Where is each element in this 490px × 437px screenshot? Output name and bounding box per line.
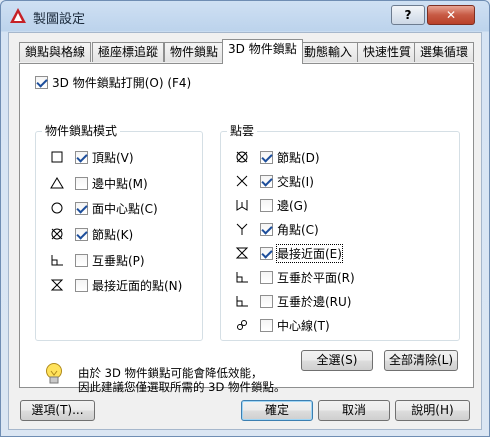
mode-nearest-face[interactable]: 最接近面的點(N) — [75, 276, 182, 294]
mode-vertex-checkbox[interactable] — [75, 150, 88, 164]
tab-polar-tracking[interactable]: 極座標追蹤 — [92, 42, 165, 62]
cloud-edge-checkbox[interactable] — [260, 198, 273, 212]
triangle-midpoint-icon — [50, 177, 64, 189]
cloud-intersection[interactable]: 交點(I) — [260, 172, 314, 190]
select-all-button[interactable]: 全選(S) — [301, 350, 373, 371]
mode-edge-midpoint-checkbox[interactable] — [75, 176, 88, 190]
cloud-perp-plane[interactable]: 互垂於平面(R) — [260, 268, 355, 286]
cloud-perp-plane-checkbox[interactable] — [260, 270, 273, 284]
tab-panel: 3D 物件鎖點打開(O) (F4) 物件鎖點模式 頂點(V) 邊中點(M) 面中… — [19, 63, 474, 394]
mode-nearest-face-checkbox[interactable] — [75, 278, 88, 292]
options-button[interactable]: 選項(T)... — [20, 400, 95, 421]
cloud-perp-edge[interactable]: 互垂於邊(RU) — [260, 292, 352, 310]
circle-x-node-icon — [236, 151, 248, 163]
cloud-corner-checkbox[interactable] — [260, 222, 273, 236]
mode-vertex[interactable]: 頂點(V) — [75, 148, 134, 166]
lightbulb-icon — [46, 363, 62, 384]
cloud-centerline-checkbox[interactable] — [260, 318, 273, 332]
cloud-node[interactable]: 節點(D) — [260, 148, 320, 166]
tab-dynamic-input[interactable]: 動態輸入 — [298, 42, 359, 62]
clear-all-button[interactable]: 全部清除(L) — [384, 350, 458, 371]
close-button[interactable]: ✕ — [427, 5, 475, 25]
cloud-centerline[interactable]: 中心線(T) — [260, 316, 330, 334]
autocad-logo-icon — [10, 8, 26, 23]
info-line-2: 因此建議您僅選取所需的 3D 物件鎖點。 — [78, 380, 286, 394]
3d-osnap-toggle[interactable]: 3D 物件鎖點打開(O) (F4) — [35, 73, 191, 91]
help-button[interactable]: 說明(H) — [395, 400, 470, 421]
tab-object-snap[interactable]: 物件鎖點 — [164, 42, 225, 62]
mode-perpendicular-checkbox[interactable] — [75, 253, 88, 267]
cloud-edge[interactable]: 邊(G) — [260, 196, 308, 214]
tab-quick-properties[interactable]: 快速性質 — [357, 42, 418, 62]
mode-node[interactable]: 節點(K) — [75, 225, 133, 243]
cloud-nearest-face-checkbox[interactable] — [260, 246, 273, 260]
y-corner-icon — [236, 223, 248, 235]
ok-button[interactable]: 確定 — [241, 400, 313, 421]
title-bar[interactable]: 製圖設定 ? ✕ — [1, 1, 489, 31]
window-title: 製圖設定 — [33, 12, 86, 27]
cancel-button[interactable]: 取消 — [318, 400, 390, 421]
cloud-corner[interactable]: 角點(C) — [260, 220, 319, 238]
perpendicular-icon — [51, 255, 63, 266]
tab-snap-grid[interactable]: 鎖點與格線 — [19, 42, 92, 62]
mode-perpendicular[interactable]: 互垂點(P) — [75, 251, 145, 269]
modes-group-legend: 物件鎖點模式 — [42, 122, 121, 139]
circle-center-icon — [51, 202, 63, 214]
perpendicular-plane-icon — [236, 272, 248, 283]
centerline-icon — [237, 320, 247, 330]
edge-icon — [236, 200, 248, 211]
circle-x-node-icon — [51, 228, 63, 240]
mode-edge-midpoint[interactable]: 邊中點(M) — [75, 174, 148, 192]
point-cloud-group-legend: 點雲 — [227, 122, 258, 139]
cloud-nearest-face[interactable]: 最接近面(E) — [260, 243, 343, 263]
dialog-client: 鎖點與格線 極座標追蹤 物件鎖點 3D 物件鎖點 動態輸入 快速性質 選集循環 … — [8, 32, 482, 430]
3d-osnap-checkbox[interactable] — [35, 75, 48, 89]
perpendicular-edge-icon — [236, 296, 248, 307]
3d-osnap-label: 3D 物件鎖點打開(O) (F4) — [52, 75, 192, 90]
mode-face-center-checkbox[interactable] — [75, 201, 88, 215]
cloud-perp-edge-checkbox[interactable] — [260, 294, 273, 308]
hourglass-nearest-icon — [50, 279, 64, 291]
help-title-button[interactable]: ? — [391, 5, 425, 25]
tab-3d-object-snap[interactable]: 3D 物件鎖點 — [222, 39, 303, 64]
tab-selection-cycling[interactable]: 選集循環 — [414, 42, 475, 62]
square-vertex-icon — [51, 151, 63, 163]
hourglass-nearest-icon — [235, 247, 249, 259]
cloud-node-checkbox[interactable] — [260, 150, 273, 164]
x-intersection-icon — [236, 175, 248, 187]
cloud-intersection-checkbox[interactable] — [260, 174, 273, 188]
dialog-window: 製圖設定 ? ✕ 鎖點與格線 極座標追蹤 物件鎖點 3D 物件鎖點 動態輸入 快… — [0, 0, 490, 437]
mode-node-checkbox[interactable] — [75, 227, 88, 241]
close-icon: ✕ — [445, 8, 457, 22]
mode-face-center[interactable]: 面中心點(C) — [75, 199, 158, 217]
